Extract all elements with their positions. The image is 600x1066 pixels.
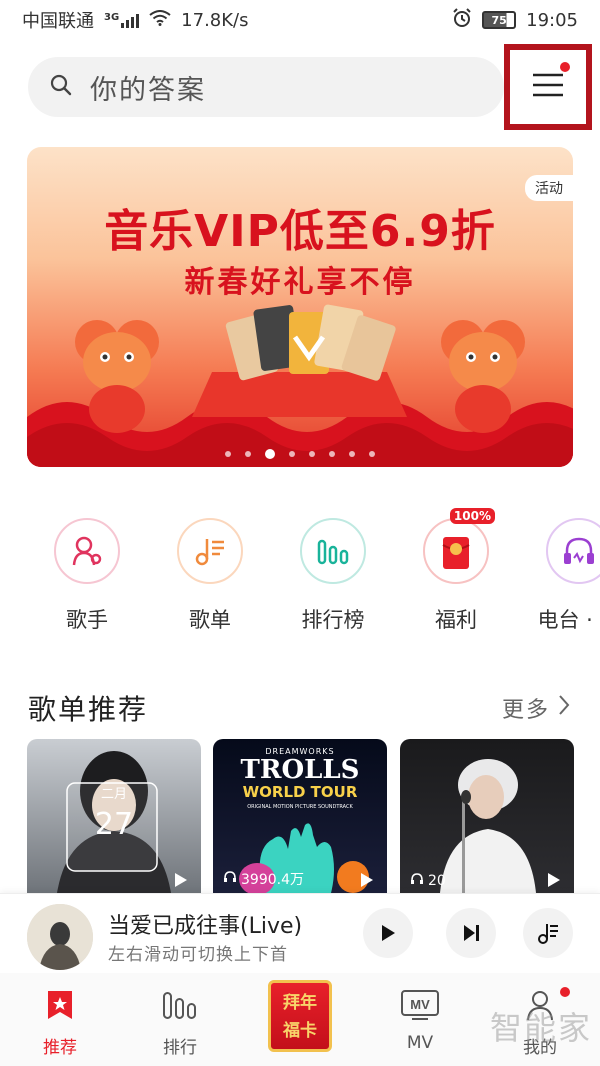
net-type-label: 3G (104, 12, 120, 23)
now-playing-bar[interactable]: 当爱已成往事(Live) 左右滑动可切换上下首 (0, 893, 600, 973)
play-button[interactable] (363, 908, 413, 958)
tab-recommend[interactable]: 推荐 (10, 987, 110, 1058)
tab-label: 推荐 (43, 1038, 77, 1058)
category-label: 电台 · 呗 (537, 608, 600, 632)
star-bookmark-icon (10, 987, 110, 1023)
page-dot-active (265, 449, 275, 459)
category-label: 福利 (435, 608, 477, 632)
search-icon (50, 74, 72, 100)
play-count: 20 (410, 873, 446, 889)
menu-button[interactable] (504, 44, 592, 130)
radio-headphone-icon (546, 518, 600, 584)
welfare-badge: 100% (449, 508, 495, 524)
net-speed: 17.8K/s (181, 9, 249, 31)
playlist-queue-icon (538, 924, 558, 944)
tab-label: MV (406, 1033, 434, 1053)
gift-envelope-icon: 100% (423, 508, 495, 584)
page-dot (349, 451, 355, 457)
play-icon (175, 873, 187, 887)
bars-icon (130, 987, 230, 1023)
svg-text:MV: MV (410, 997, 430, 1012)
search-input[interactable]: 你的答案 (90, 68, 206, 107)
song-title: 当爱已成往事(Live) (108, 914, 303, 939)
category-row: 歌手 歌单 排行榜 100% 福利 电台 · 呗 (0, 508, 600, 638)
tab-rank[interactable]: 排行 (130, 987, 230, 1058)
wifi-icon (149, 9, 171, 31)
page-dot (225, 451, 231, 457)
category-label: 排行榜 (301, 608, 365, 632)
headphone-icon (223, 871, 237, 887)
status-bar: 中国联通 3G 17.8K/s 75 19:05 (0, 0, 600, 40)
watermark: 智能家 (490, 1009, 593, 1047)
play-icon (382, 925, 395, 941)
page-dot (309, 451, 315, 457)
notification-dot (560, 62, 570, 72)
more-link[interactable]: 更多 (502, 692, 570, 724)
page-dot (245, 451, 251, 457)
play-icon (548, 873, 560, 887)
search-bar[interactable]: 你的答案 (28, 57, 504, 117)
next-button[interactable] (446, 908, 496, 958)
cover-day: 27 (94, 807, 134, 842)
playlist-card[interactable]: 二月 27 (27, 739, 201, 893)
fuka-button[interactable]: 拜年 福卡 (268, 980, 332, 1052)
play-count: 3990.4万 (223, 869, 304, 889)
category-chart[interactable]: 排行榜 (283, 518, 383, 634)
song-hint: 左右滑动可切换上下首 (108, 945, 288, 965)
playlist-icon (177, 518, 243, 584)
category-singer[interactable]: 歌手 (37, 518, 137, 634)
alarm-icon (452, 7, 472, 33)
chart-icon (300, 518, 366, 584)
album-art[interactable] (27, 904, 93, 970)
play-count-value: 20 (428, 873, 446, 889)
category-playlist[interactable]: 歌单 (160, 518, 260, 634)
tv-icon: MV (370, 987, 470, 1023)
singer-icon (54, 518, 120, 584)
clock: 19:05 (526, 9, 578, 31)
more-label: 更多 (501, 698, 550, 723)
playlist-cover (440, 759, 536, 893)
page-dot (289, 451, 295, 457)
play-count-value: 3990.4万 (241, 872, 304, 888)
next-icon (464, 925, 479, 941)
chevron-right-icon (558, 694, 570, 722)
page-dot (329, 451, 335, 457)
page-dot (369, 451, 375, 457)
category-label: 歌手 (66, 608, 108, 632)
hamburger-icon (532, 73, 564, 101)
cover-month: 二月 (100, 787, 127, 802)
headphone-icon (410, 873, 424, 889)
play-icon (361, 873, 373, 887)
playlist-card[interactable]: DREAMWORKS TROLLS WORLD TOUR ORIGINAL MO… (213, 739, 387, 893)
tab-label: 排行 (163, 1038, 197, 1058)
section-title: 歌单推荐 (28, 693, 149, 726)
playlist-card[interactable]: 20 (400, 739, 574, 893)
category-welfare[interactable]: 100% 福利 (406, 508, 506, 634)
fuka-line2: 福卡 (283, 1021, 317, 1041)
carrier-label: 中国联通 (22, 11, 94, 32)
category-label: 歌单 (189, 608, 231, 632)
banner-pagination (27, 449, 573, 459)
promo-banner[interactable]: 活动 音乐VIP低至6.9折 新春好礼享不停 (27, 147, 573, 467)
signal-icon: 3G (104, 12, 140, 28)
banner-illustration (27, 304, 573, 467)
category-radio[interactable]: 电台 · 呗 (529, 518, 600, 634)
tab-mv[interactable]: MV MV (370, 987, 470, 1053)
battery-icon: 75 (482, 11, 517, 29)
notification-dot (560, 987, 570, 997)
fuka-line1: 拜年 (283, 993, 317, 1013)
queue-button[interactable] (523, 908, 573, 958)
